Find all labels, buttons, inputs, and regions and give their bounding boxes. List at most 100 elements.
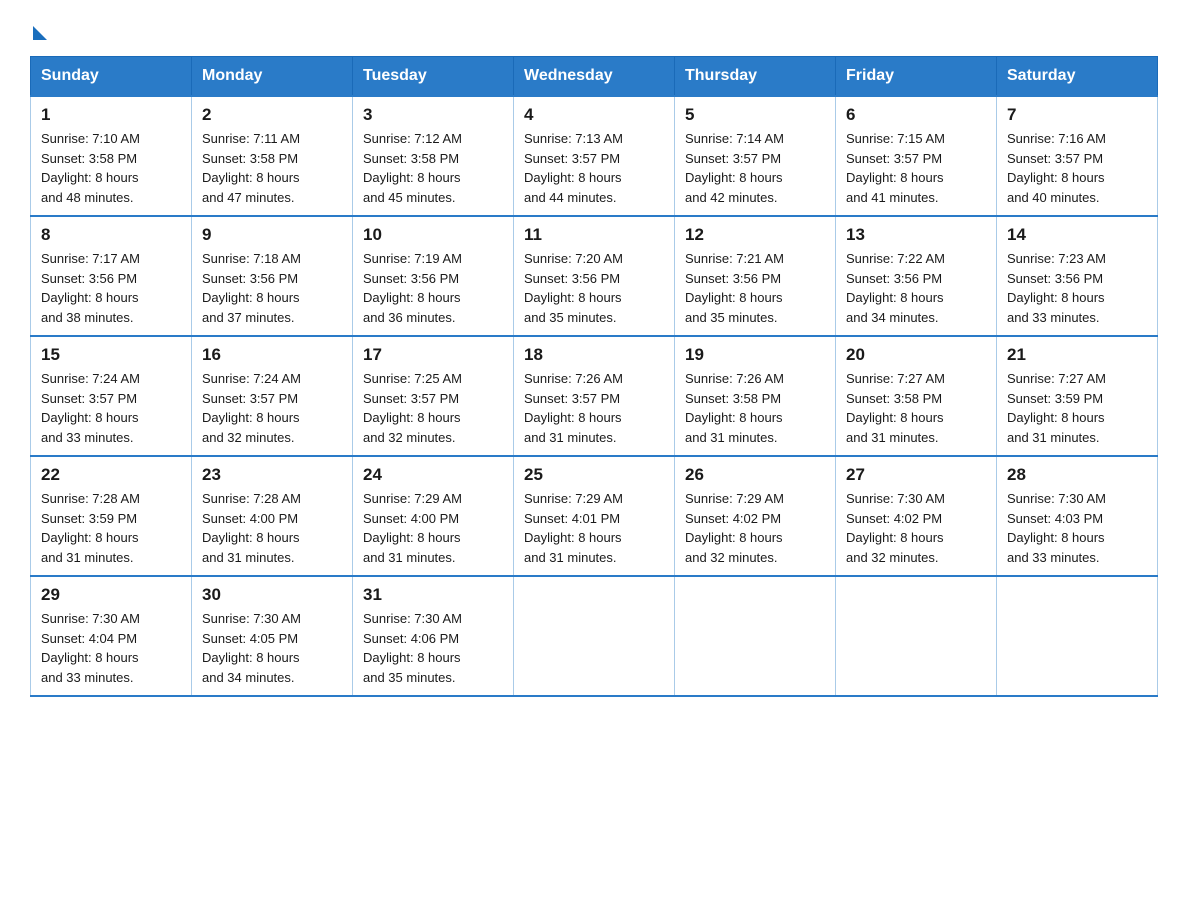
- day-info: Sunrise: 7:24 AMSunset: 3:57 PMDaylight:…: [41, 369, 181, 447]
- day-info: Sunrise: 7:17 AMSunset: 3:56 PMDaylight:…: [41, 249, 181, 327]
- day-number: 2: [202, 105, 342, 125]
- day-number: 19: [685, 345, 825, 365]
- day-number: 15: [41, 345, 181, 365]
- day-info: Sunrise: 7:22 AMSunset: 3:56 PMDaylight:…: [846, 249, 986, 327]
- day-info: Sunrise: 7:28 AMSunset: 3:59 PMDaylight:…: [41, 489, 181, 567]
- column-header-saturday: Saturday: [997, 57, 1158, 97]
- day-number: 16: [202, 345, 342, 365]
- calendar-cell: 29 Sunrise: 7:30 AMSunset: 4:04 PMDaylig…: [31, 576, 192, 696]
- day-number: 27: [846, 465, 986, 485]
- day-number: 24: [363, 465, 503, 485]
- calendar-cell: 6 Sunrise: 7:15 AMSunset: 3:57 PMDayligh…: [836, 96, 997, 216]
- page-header: [30, 20, 1158, 36]
- day-number: 4: [524, 105, 664, 125]
- week-row-2: 8 Sunrise: 7:17 AMSunset: 3:56 PMDayligh…: [31, 216, 1158, 336]
- day-info: Sunrise: 7:16 AMSunset: 3:57 PMDaylight:…: [1007, 129, 1147, 207]
- week-row-3: 15 Sunrise: 7:24 AMSunset: 3:57 PMDaylig…: [31, 336, 1158, 456]
- column-header-thursday: Thursday: [675, 57, 836, 97]
- calendar-cell: 26 Sunrise: 7:29 AMSunset: 4:02 PMDaylig…: [675, 456, 836, 576]
- calendar-cell: 21 Sunrise: 7:27 AMSunset: 3:59 PMDaylig…: [997, 336, 1158, 456]
- day-info: Sunrise: 7:27 AMSunset: 3:58 PMDaylight:…: [846, 369, 986, 447]
- day-number: 23: [202, 465, 342, 485]
- day-number: 30: [202, 585, 342, 605]
- calendar-cell: 11 Sunrise: 7:20 AMSunset: 3:56 PMDaylig…: [514, 216, 675, 336]
- day-info: Sunrise: 7:20 AMSunset: 3:56 PMDaylight:…: [524, 249, 664, 327]
- day-info: Sunrise: 7:28 AMSunset: 4:00 PMDaylight:…: [202, 489, 342, 567]
- day-info: Sunrise: 7:26 AMSunset: 3:58 PMDaylight:…: [685, 369, 825, 447]
- day-number: 14: [1007, 225, 1147, 245]
- day-info: Sunrise: 7:30 AMSunset: 4:05 PMDaylight:…: [202, 609, 342, 687]
- calendar-cell: 24 Sunrise: 7:29 AMSunset: 4:00 PMDaylig…: [353, 456, 514, 576]
- day-info: Sunrise: 7:24 AMSunset: 3:57 PMDaylight:…: [202, 369, 342, 447]
- day-number: 13: [846, 225, 986, 245]
- day-number: 10: [363, 225, 503, 245]
- day-number: 17: [363, 345, 503, 365]
- day-info: Sunrise: 7:30 AMSunset: 4:03 PMDaylight:…: [1007, 489, 1147, 567]
- day-number: 7: [1007, 105, 1147, 125]
- day-number: 31: [363, 585, 503, 605]
- column-header-sunday: Sunday: [31, 57, 192, 97]
- calendar-cell: 23 Sunrise: 7:28 AMSunset: 4:00 PMDaylig…: [192, 456, 353, 576]
- day-number: 20: [846, 345, 986, 365]
- calendar-cell: 17 Sunrise: 7:25 AMSunset: 3:57 PMDaylig…: [353, 336, 514, 456]
- day-number: 25: [524, 465, 664, 485]
- day-number: 22: [41, 465, 181, 485]
- day-info: Sunrise: 7:12 AMSunset: 3:58 PMDaylight:…: [363, 129, 503, 207]
- day-info: Sunrise: 7:21 AMSunset: 3:56 PMDaylight:…: [685, 249, 825, 327]
- calendar-cell: 9 Sunrise: 7:18 AMSunset: 3:56 PMDayligh…: [192, 216, 353, 336]
- calendar-cell: 5 Sunrise: 7:14 AMSunset: 3:57 PMDayligh…: [675, 96, 836, 216]
- day-number: 29: [41, 585, 181, 605]
- day-info: Sunrise: 7:27 AMSunset: 3:59 PMDaylight:…: [1007, 369, 1147, 447]
- calendar-cell: [514, 576, 675, 696]
- day-number: 12: [685, 225, 825, 245]
- day-number: 8: [41, 225, 181, 245]
- calendar-cell: 13 Sunrise: 7:22 AMSunset: 3:56 PMDaylig…: [836, 216, 997, 336]
- day-number: 1: [41, 105, 181, 125]
- calendar-cell: 2 Sunrise: 7:11 AMSunset: 3:58 PMDayligh…: [192, 96, 353, 216]
- day-number: 6: [846, 105, 986, 125]
- day-number: 9: [202, 225, 342, 245]
- day-info: Sunrise: 7:29 AMSunset: 4:01 PMDaylight:…: [524, 489, 664, 567]
- day-info: Sunrise: 7:26 AMSunset: 3:57 PMDaylight:…: [524, 369, 664, 447]
- logo-arrow-icon: [33, 26, 47, 40]
- day-info: Sunrise: 7:29 AMSunset: 4:02 PMDaylight:…: [685, 489, 825, 567]
- calendar-cell: 19 Sunrise: 7:26 AMSunset: 3:58 PMDaylig…: [675, 336, 836, 456]
- calendar-cell: 1 Sunrise: 7:10 AMSunset: 3:58 PMDayligh…: [31, 96, 192, 216]
- calendar-cell: 30 Sunrise: 7:30 AMSunset: 4:05 PMDaylig…: [192, 576, 353, 696]
- logo: [30, 20, 47, 36]
- day-number: 26: [685, 465, 825, 485]
- calendar-cell: 15 Sunrise: 7:24 AMSunset: 3:57 PMDaylig…: [31, 336, 192, 456]
- week-row-1: 1 Sunrise: 7:10 AMSunset: 3:58 PMDayligh…: [31, 96, 1158, 216]
- day-number: 11: [524, 225, 664, 245]
- calendar-cell: 4 Sunrise: 7:13 AMSunset: 3:57 PMDayligh…: [514, 96, 675, 216]
- calendar-cell: 25 Sunrise: 7:29 AMSunset: 4:01 PMDaylig…: [514, 456, 675, 576]
- day-info: Sunrise: 7:19 AMSunset: 3:56 PMDaylight:…: [363, 249, 503, 327]
- day-info: Sunrise: 7:23 AMSunset: 3:56 PMDaylight:…: [1007, 249, 1147, 327]
- calendar-cell: 20 Sunrise: 7:27 AMSunset: 3:58 PMDaylig…: [836, 336, 997, 456]
- calendar-cell: 8 Sunrise: 7:17 AMSunset: 3:56 PMDayligh…: [31, 216, 192, 336]
- day-info: Sunrise: 7:29 AMSunset: 4:00 PMDaylight:…: [363, 489, 503, 567]
- column-header-tuesday: Tuesday: [353, 57, 514, 97]
- calendar-cell: 27 Sunrise: 7:30 AMSunset: 4:02 PMDaylig…: [836, 456, 997, 576]
- day-info: Sunrise: 7:30 AMSunset: 4:04 PMDaylight:…: [41, 609, 181, 687]
- day-info: Sunrise: 7:13 AMSunset: 3:57 PMDaylight:…: [524, 129, 664, 207]
- calendar-cell: 18 Sunrise: 7:26 AMSunset: 3:57 PMDaylig…: [514, 336, 675, 456]
- day-info: Sunrise: 7:11 AMSunset: 3:58 PMDaylight:…: [202, 129, 342, 207]
- column-header-monday: Monday: [192, 57, 353, 97]
- calendar-cell: [997, 576, 1158, 696]
- calendar-cell: 22 Sunrise: 7:28 AMSunset: 3:59 PMDaylig…: [31, 456, 192, 576]
- week-row-5: 29 Sunrise: 7:30 AMSunset: 4:04 PMDaylig…: [31, 576, 1158, 696]
- header-row: SundayMondayTuesdayWednesdayThursdayFrid…: [31, 57, 1158, 97]
- calendar-cell: 3 Sunrise: 7:12 AMSunset: 3:58 PMDayligh…: [353, 96, 514, 216]
- calendar-cell: [836, 576, 997, 696]
- day-info: Sunrise: 7:18 AMSunset: 3:56 PMDaylight:…: [202, 249, 342, 327]
- calendar-cell: 16 Sunrise: 7:24 AMSunset: 3:57 PMDaylig…: [192, 336, 353, 456]
- day-info: Sunrise: 7:10 AMSunset: 3:58 PMDaylight:…: [41, 129, 181, 207]
- calendar-cell: 12 Sunrise: 7:21 AMSunset: 3:56 PMDaylig…: [675, 216, 836, 336]
- day-info: Sunrise: 7:30 AMSunset: 4:02 PMDaylight:…: [846, 489, 986, 567]
- calendar-cell: 10 Sunrise: 7:19 AMSunset: 3:56 PMDaylig…: [353, 216, 514, 336]
- calendar-cell: 14 Sunrise: 7:23 AMSunset: 3:56 PMDaylig…: [997, 216, 1158, 336]
- day-info: Sunrise: 7:30 AMSunset: 4:06 PMDaylight:…: [363, 609, 503, 687]
- day-info: Sunrise: 7:15 AMSunset: 3:57 PMDaylight:…: [846, 129, 986, 207]
- calendar-cell: [675, 576, 836, 696]
